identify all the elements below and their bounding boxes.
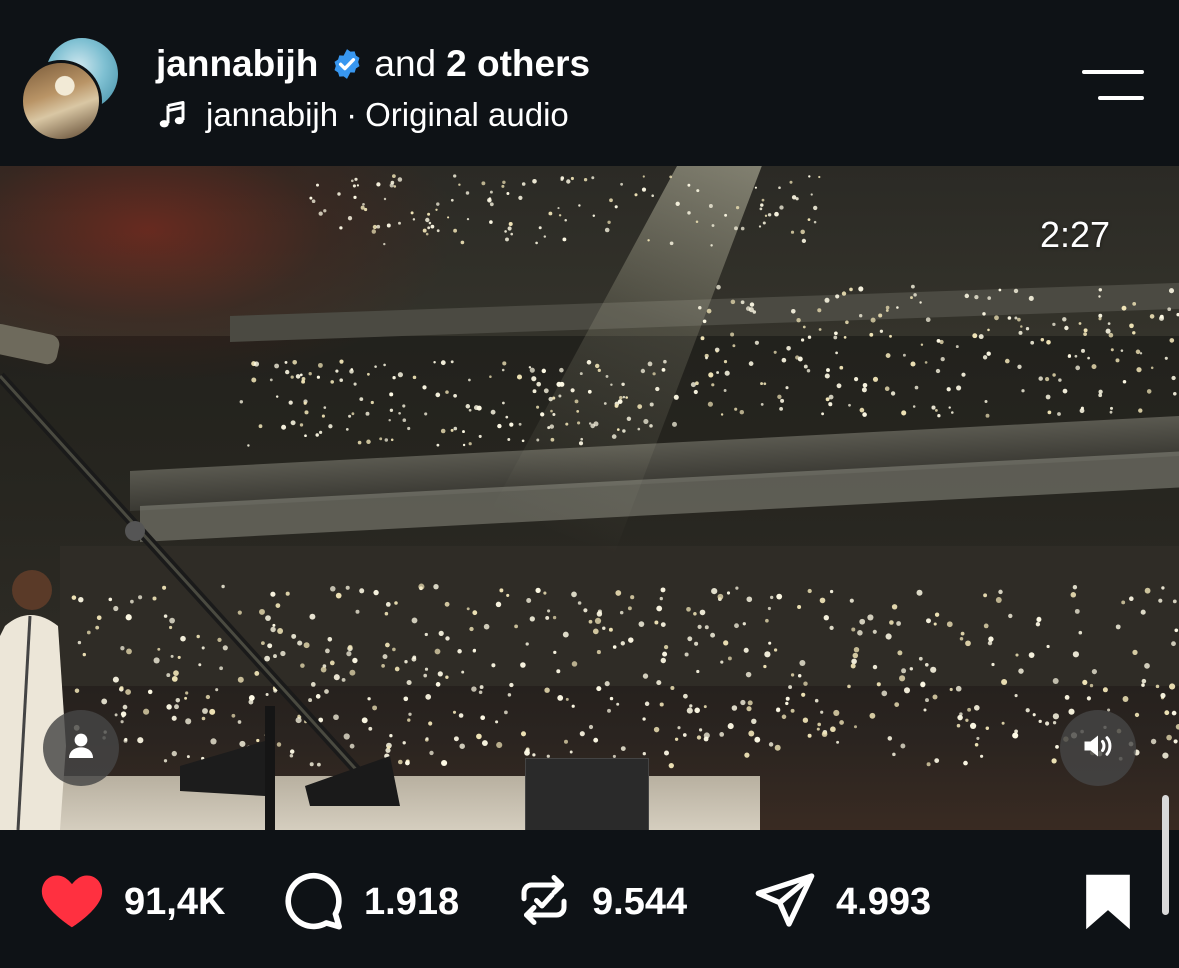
audio-separator: ·	[346, 96, 358, 133]
comment-count: 1.918	[364, 880, 460, 923]
like-count: 91,4K	[124, 880, 226, 923]
video-duration: 2:27	[1040, 214, 1111, 255]
post-header: jannabijh and 2 others jannabijh · Origi…	[0, 0, 1179, 166]
scrollbar[interactable]	[1162, 795, 1169, 915]
person-tag-icon	[65, 730, 97, 767]
collaborators-link[interactable]: 2 others	[446, 43, 590, 85]
avatar-stack[interactable]	[20, 38, 120, 142]
stage-monitor	[525, 758, 649, 830]
author-line: jannabijh and 2 others	[156, 42, 590, 86]
heart-icon	[38, 870, 106, 935]
bookmark-button[interactable]	[1080, 872, 1136, 932]
share-count: 4.993	[836, 880, 932, 923]
like-button[interactable]: 91,4K	[38, 870, 225, 934]
repost-count: 9.544	[592, 880, 688, 923]
tagged-people-button[interactable]	[43, 710, 119, 786]
and-text: and	[374, 43, 437, 84]
comment-bubble-icon	[280, 868, 346, 937]
send-icon	[752, 868, 818, 937]
video-player[interactable]: 2:27	[0, 166, 1179, 830]
performer	[0, 566, 70, 830]
volume-icon	[1080, 728, 1116, 769]
repost-button[interactable]: 9.544	[514, 870, 687, 934]
music-note-icon	[158, 100, 188, 130]
audio-label: Original audio	[365, 96, 569, 133]
audio-author: jannabijh	[206, 96, 339, 133]
author-username[interactable]: jannabijh	[156, 43, 318, 85]
comment-button[interactable]: 1.918	[280, 870, 459, 934]
action-bar: 91,4K 1.918 9.544 4.993	[0, 830, 1179, 968]
bookmark-icon	[1080, 874, 1136, 936]
share-button[interactable]: 4.993	[752, 870, 931, 934]
audio-line[interactable]: jannabijh · Original audio	[158, 95, 569, 135]
verified-badge-icon	[330, 47, 364, 81]
phone-lights	[71, 174, 1179, 769]
author-avatar[interactable]	[20, 60, 102, 142]
menu-button[interactable]	[1080, 68, 1144, 104]
volume-button[interactable]	[1060, 710, 1136, 786]
repost-icon	[514, 868, 574, 937]
